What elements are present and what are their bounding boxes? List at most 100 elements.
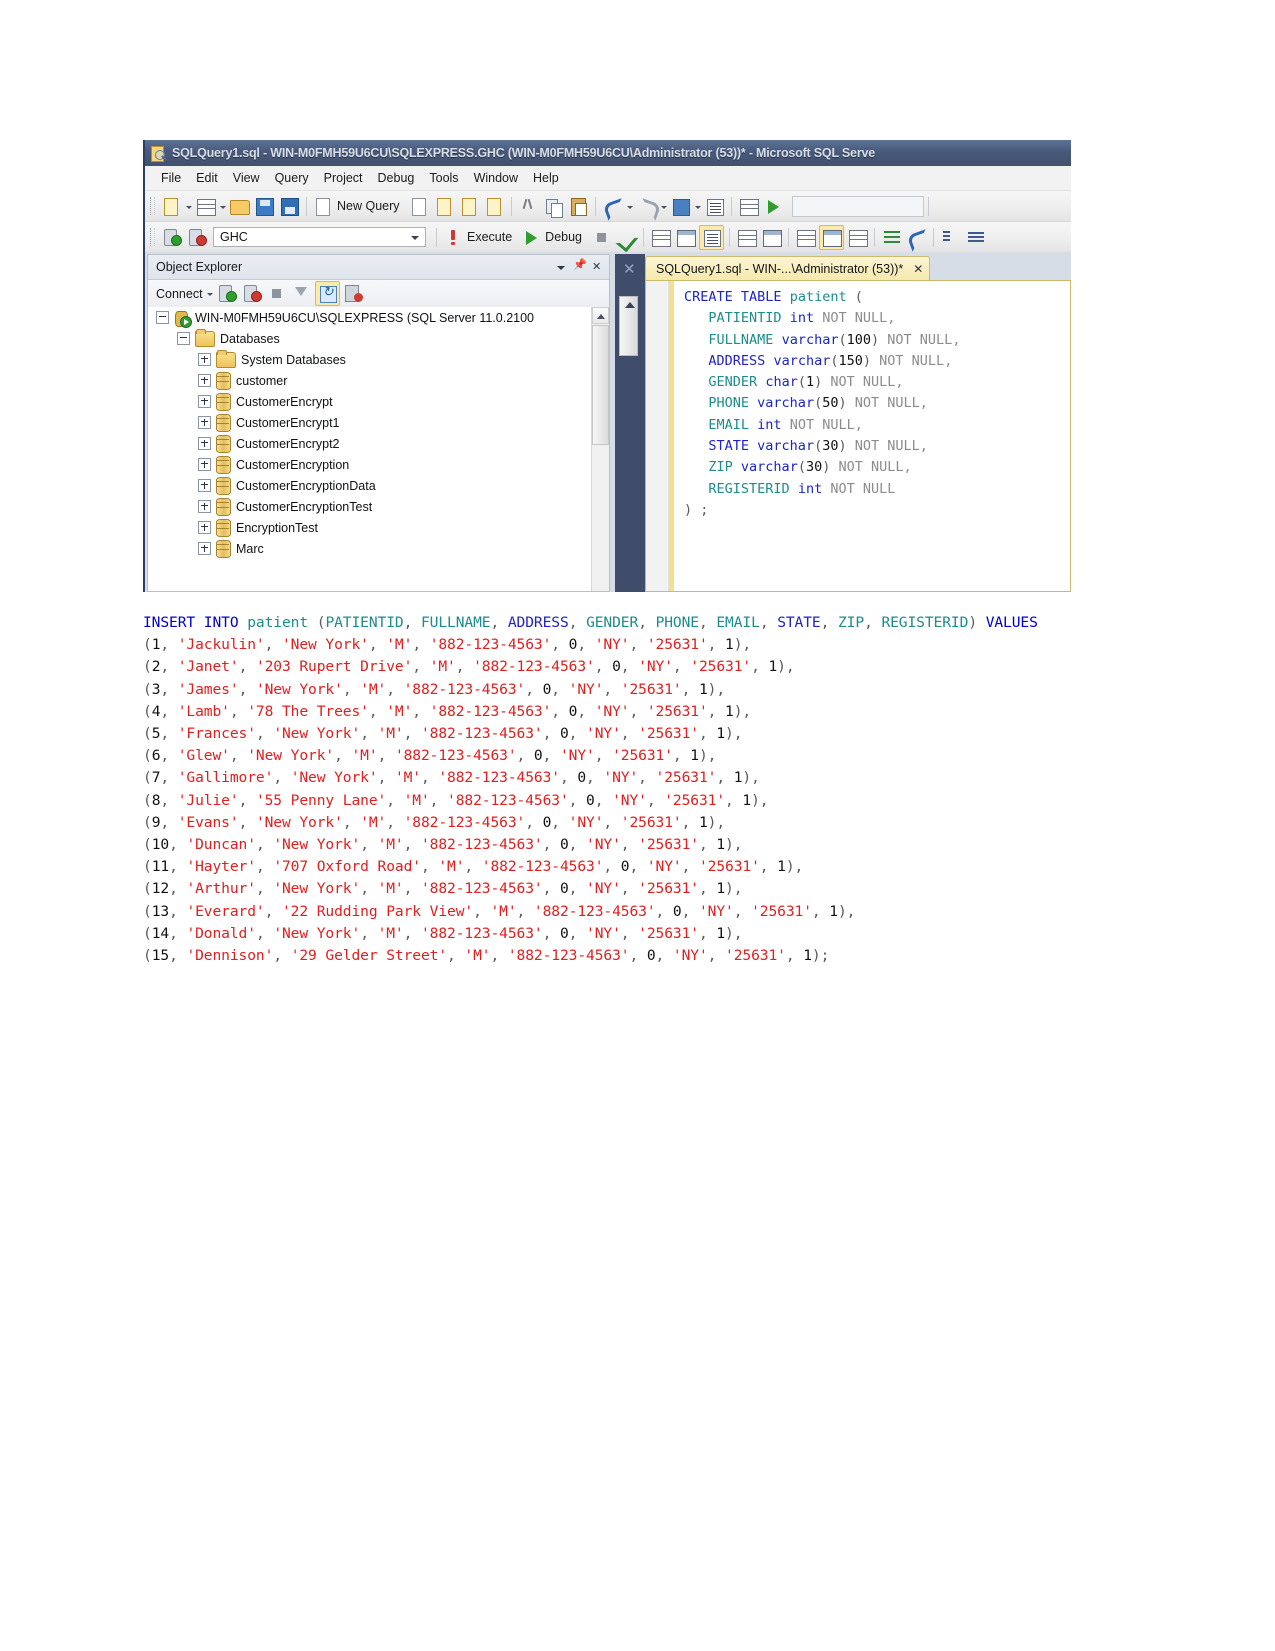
tree-item-customerencryptiontest[interactable]: CustomerEncryptionTest bbox=[148, 496, 609, 517]
show-diagram-icon[interactable] bbox=[737, 195, 760, 218]
paste-icon[interactable] bbox=[567, 195, 590, 218]
cut-icon[interactable] bbox=[517, 195, 540, 218]
execute-icon[interactable] bbox=[442, 226, 465, 249]
connect-button[interactable]: Connect bbox=[156, 287, 203, 301]
menu-item-file[interactable]: File bbox=[154, 169, 189, 187]
auto-hide-pin-icon[interactable] bbox=[571, 258, 587, 276]
increase-indent-icon[interactable] bbox=[939, 226, 962, 249]
expand-icon[interactable] bbox=[198, 437, 211, 450]
scrollbar-thumb[interactable] bbox=[592, 325, 609, 445]
filter-icon[interactable] bbox=[290, 282, 313, 305]
scroll-up-icon[interactable] bbox=[592, 307, 609, 324]
tree-item-customerencrypt2[interactable]: CustomerEncrypt2 bbox=[148, 433, 609, 454]
expand-icon[interactable] bbox=[198, 500, 211, 513]
results-to-text-icon[interactable] bbox=[699, 224, 725, 250]
run-icon[interactable] bbox=[762, 195, 785, 218]
menu-item-view[interactable]: View bbox=[226, 169, 268, 187]
editor-body[interactable]: CREATE TABLE patient ( PATIENTID int NOT… bbox=[645, 280, 1071, 592]
redo-dropdown-icon[interactable] bbox=[659, 195, 668, 218]
new-query-icon[interactable] bbox=[312, 195, 335, 218]
new-project-dropdown-icon[interactable] bbox=[184, 195, 193, 218]
database-combo[interactable]: GHC bbox=[213, 227, 426, 247]
refresh-icon[interactable] bbox=[314, 281, 340, 306]
menu-item-query[interactable]: Query bbox=[268, 169, 317, 187]
tree-item-customerencrypt1[interactable]: CustomerEncrypt1 bbox=[148, 412, 609, 433]
save-all-icon[interactable] bbox=[278, 195, 301, 218]
navigate-dropdown-icon[interactable] bbox=[693, 195, 702, 218]
expand-icon[interactable] bbox=[198, 395, 211, 408]
menu-item-tools[interactable]: Tools bbox=[422, 169, 466, 187]
navigate-backward-icon[interactable] bbox=[669, 195, 692, 218]
tab-close-icon[interactable]: ✕ bbox=[913, 262, 923, 276]
open-file-icon[interactable] bbox=[228, 195, 251, 218]
redo-icon[interactable] bbox=[635, 195, 661, 221]
debug-icon[interactable] bbox=[520, 226, 543, 249]
expand-icon[interactable] bbox=[198, 416, 211, 429]
object-explorer-scrollbar[interactable] bbox=[591, 307, 609, 591]
copy-icon[interactable] bbox=[542, 195, 565, 218]
menu-item-project[interactable]: Project bbox=[317, 169, 371, 187]
tree-item-marc[interactable]: Marc bbox=[148, 538, 609, 559]
results-to-report-icon[interactable] bbox=[846, 226, 869, 249]
toolbar-grip[interactable] bbox=[150, 197, 155, 215]
new-query-button[interactable]: New Query bbox=[337, 199, 400, 213]
new-database-engine-query-icon[interactable] bbox=[408, 195, 431, 218]
panel-menu-icon[interactable] bbox=[553, 258, 569, 276]
new-project-icon[interactable] bbox=[160, 195, 183, 218]
stop-icon[interactable] bbox=[590, 226, 613, 249]
toolbar-grip[interactable] bbox=[150, 228, 155, 246]
editor-scroll-up-icon[interactable] bbox=[619, 296, 638, 356]
collapse-icon[interactable] bbox=[156, 311, 169, 324]
parse-icon[interactable] bbox=[615, 226, 639, 252]
menu-item-help[interactable]: Help bbox=[526, 169, 567, 187]
tree-item-databases[interactable]: Databases bbox=[148, 328, 609, 349]
query-options-icon[interactable] bbox=[674, 226, 697, 249]
include-client-statistics-icon[interactable] bbox=[760, 226, 783, 249]
include-actual-execution-plan-icon[interactable] bbox=[735, 226, 758, 249]
undo-icon[interactable] bbox=[601, 195, 627, 221]
tree-item-customerencrypt[interactable]: CustomerEncrypt bbox=[148, 391, 609, 412]
tree-item-encryptiontest[interactable]: EncryptionTest bbox=[148, 517, 609, 538]
expand-icon[interactable] bbox=[198, 458, 211, 471]
new-item-icon[interactable] bbox=[194, 195, 217, 218]
debug-button[interactable]: Debug bbox=[545, 230, 582, 244]
execute-button[interactable]: Execute bbox=[467, 230, 512, 244]
expand-icon[interactable] bbox=[198, 353, 211, 366]
tab-sqlquery1[interactable]: SQLQuery1.sql - WIN-...\Administrator (5… bbox=[645, 256, 931, 281]
connect-dropdown-icon[interactable] bbox=[205, 282, 214, 305]
disconnect-icon[interactable] bbox=[240, 282, 263, 305]
decrease-indent-icon[interactable] bbox=[964, 226, 987, 249]
connect-object-explorer-icon[interactable] bbox=[215, 282, 238, 305]
expand-icon[interactable] bbox=[198, 374, 211, 387]
tree-item-customerencryption[interactable]: CustomerEncryption bbox=[148, 454, 609, 475]
stop-icon[interactable] bbox=[265, 282, 288, 305]
uncomment-lines-icon[interactable] bbox=[905, 226, 932, 252]
new-analysis-services-mdx-query-icon[interactable] bbox=[433, 195, 456, 218]
new-analysis-services-dmx-query-icon[interactable] bbox=[458, 195, 481, 218]
toolbar-search-input[interactable] bbox=[791, 195, 924, 217]
results-to-grid-icon[interactable] bbox=[794, 226, 817, 249]
connect-icon[interactable] bbox=[160, 226, 183, 249]
menu-item-window[interactable]: Window bbox=[467, 169, 526, 187]
create-table-code[interactable]: CREATE TABLE patient ( PATIENTID int NOT… bbox=[674, 281, 1070, 591]
navigate-forward-icon[interactable] bbox=[703, 195, 726, 218]
collapse-icon[interactable] bbox=[177, 332, 190, 345]
tree-item-system-databases[interactable]: System Databases bbox=[148, 349, 609, 370]
expand-icon[interactable] bbox=[198, 542, 211, 555]
new-item-dropdown-icon[interactable] bbox=[218, 195, 227, 218]
close-icon[interactable] bbox=[589, 258, 605, 276]
save-icon[interactable] bbox=[253, 195, 276, 218]
menu-item-debug[interactable]: Debug bbox=[371, 169, 423, 187]
comment-lines-icon[interactable] bbox=[880, 226, 903, 249]
object-explorer-tree[interactable]: WIN-M0FMH59U6CU\SQLEXPRESS (SQL Server 1… bbox=[148, 307, 609, 591]
expand-icon[interactable] bbox=[198, 521, 211, 534]
results-to-file-icon[interactable] bbox=[819, 224, 845, 250]
tree-item-customerencryptiondata[interactable]: CustomerEncryptionData bbox=[148, 475, 609, 496]
new-analysis-services-xmla-query-icon[interactable] bbox=[483, 195, 506, 218]
change-connection-icon[interactable] bbox=[185, 226, 208, 249]
tree-item-win-m0fmh59u6cu-sqlexpress-sql-server-11-0-2100[interactable]: WIN-M0FMH59U6CU\SQLEXPRESS (SQL Server 1… bbox=[148, 307, 609, 328]
menu-item-edit[interactable]: Edit bbox=[189, 169, 226, 187]
tree-item-customer[interactable]: customer bbox=[148, 370, 609, 391]
expand-icon[interactable] bbox=[198, 479, 211, 492]
undo-dropdown-icon[interactable] bbox=[625, 195, 634, 218]
